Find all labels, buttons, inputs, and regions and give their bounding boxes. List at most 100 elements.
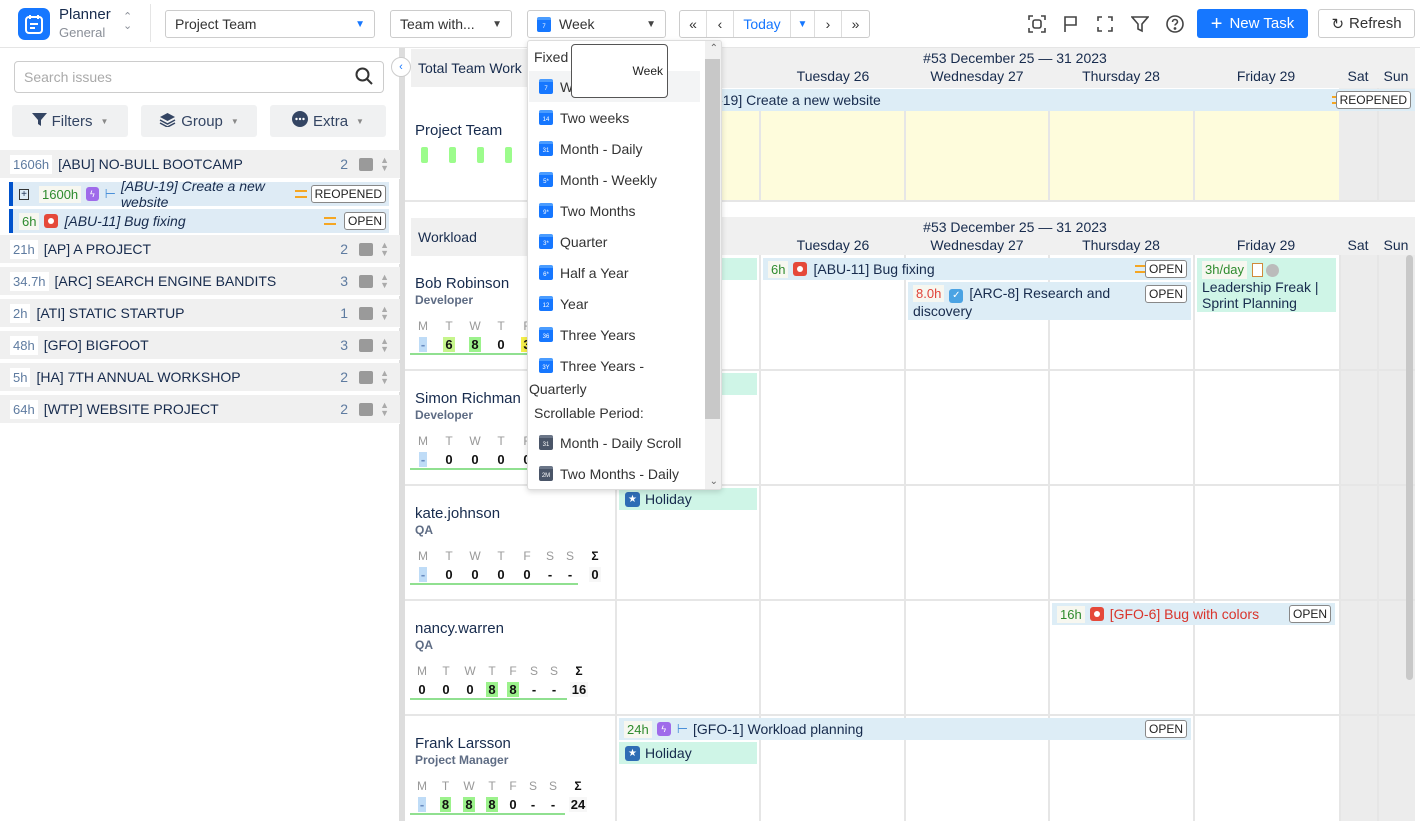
load-bar <box>477 147 484 163</box>
issue-row[interactable]: 6h [ABU-11] Bug fixing OPEN <box>9 209 389 233</box>
person-bob-robinson[interactable]: Bob Robinson Developer <box>415 275 509 307</box>
view-select[interactable]: Team with... ▼ <box>390 10 512 38</box>
flag-icon[interactable] <box>1060 13 1082 35</box>
expand-icon[interactable]: + <box>19 188 29 200</box>
calendar-icon: 2M <box>539 466 553 481</box>
calendar-check-icon[interactable] <box>359 242 373 256</box>
calendar-check-icon[interactable] <box>359 402 373 416</box>
task-bar-arc8[interactable]: 8.0h ✓ [ARC-8] Research and discovery OPEN <box>908 282 1191 320</box>
calendar-check-icon[interactable] <box>359 274 373 288</box>
person-frank-larsson[interactable]: Frank Larsson Project Manager <box>415 735 511 767</box>
calendar-icon: 5* <box>539 172 553 187</box>
fullscreen-icon[interactable] <box>1094 13 1116 35</box>
load-value: - <box>418 566 428 582</box>
group-button[interactable]: Group ▼ <box>141 105 257 137</box>
extra-button[interactable]: Extra ▼ <box>270 105 386 137</box>
planner-logo-icon[interactable] <box>18 8 50 40</box>
load-value: 0 <box>471 566 479 582</box>
filter-icon[interactable] <box>1129 13 1151 35</box>
project-row[interactable]: 2h [ATI] STATIC STARTUP 1 ▲ ▼ <box>0 299 400 328</box>
period-option-half-year[interactable]: 6* Half a Year <box>529 257 700 288</box>
day-header: Thursday 28 <box>1082 68 1160 84</box>
sort-icon[interactable]: ▲ ▼ <box>380 369 389 386</box>
collapse-panel-button[interactable]: ‹ <box>391 57 411 77</box>
project-row[interactable]: 1606h [ABU] NO-BULL BOOTCAMP 2 ▲ ▼ <box>0 150 400 179</box>
task-bar-holiday[interactable]: ★ Holiday <box>619 488 757 510</box>
project-row[interactable]: 48h [GFO] BIGFOOT 3 ▲ ▼ <box>0 331 400 360</box>
prev-fast-button[interactable]: « <box>680 11 707 37</box>
calendar-check-icon[interactable] <box>359 338 373 352</box>
day-divider <box>759 111 761 200</box>
calendar-check-icon[interactable] <box>359 157 373 171</box>
issue-hours: 1600h <box>39 185 82 203</box>
person-simon-richman[interactable]: Simon Richman Developer <box>415 390 521 422</box>
calendar-icon: 12 <box>539 296 553 311</box>
person-kate-johnson[interactable]: kate.johnson QA <box>415 505 500 537</box>
next-button[interactable]: › <box>815 11 842 37</box>
project-row[interactable]: 5h [HA] 7TH ANNUAL WORKSHOP 2 ▲ ▼ <box>0 363 400 392</box>
scroll-down-icon[interactable]: ⌄ <box>710 476 718 487</box>
prev-button[interactable]: ‹ <box>707 11 734 37</box>
bug-icon <box>793 262 808 276</box>
hierarchy-icon: ⊢ <box>676 721 689 736</box>
team-select[interactable]: Project Team ▼ <box>165 10 375 38</box>
task-bar-leadership[interactable]: 3h/day Leadership Freak | Sprint Plannin… <box>1197 258 1336 312</box>
weekday-letter: W <box>469 319 481 333</box>
period-option-quarter[interactable]: 3* Quarter <box>529 226 700 257</box>
next-fast-button[interactable]: » <box>842 11 869 37</box>
today-button[interactable]: Today <box>734 11 791 37</box>
project-row[interactable]: 21h [AP] A PROJECT 2 ▲ ▼ <box>0 235 400 264</box>
help-icon[interactable] <box>1164 13 1186 35</box>
calendar-check-icon[interactable] <box>359 306 373 320</box>
person-nancy-warren[interactable]: nancy.warren QA <box>415 620 504 652</box>
option-label-wrap[interactable]: Quarterly <box>529 381 587 397</box>
day-header: Tuesday 26 <box>796 68 870 84</box>
project-name: [WTP] WEBSITE PROJECT <box>43 401 219 417</box>
task-bar-gfo6[interactable]: 16h [GFO-6] Bug with colors OPEN <box>1052 603 1335 625</box>
filters-button[interactable]: Filters ▼ <box>12 105 128 137</box>
period-select[interactable]: 7 Week ▼ <box>527 10 666 38</box>
sort-icon[interactable]: ▲ ▼ <box>380 156 389 173</box>
calendar-check-icon[interactable] <box>359 370 373 384</box>
task-bar-abu19[interactable]: U-19] Create a new website REOPENED <box>615 89 1415 111</box>
period-option-month-weekly[interactable]: 5* Month - Weekly <box>529 164 700 195</box>
sort-icon[interactable]: ▲ ▼ <box>380 401 389 418</box>
dropdown-scroll-thumb[interactable] <box>705 59 720 419</box>
scroll-up-icon[interactable]: ⌃ <box>710 43 718 54</box>
vertical-scrollbar[interactable] <box>1406 255 1413 680</box>
calendar-icon: 3Y <box>539 358 553 373</box>
project-hours: 34.7h <box>10 271 49 291</box>
day-header: Sat <box>1347 237 1369 253</box>
new-task-button[interactable]: + New Task <box>1197 9 1308 38</box>
refresh-button[interactable]: ↻ Refresh <box>1318 9 1415 38</box>
project-count: 2 <box>340 241 348 257</box>
task-bar-abu11[interactable]: 6h [ABU-11] Bug fixing OPEN <box>763 258 1191 280</box>
sort-icon[interactable]: ▲ ▼ <box>380 305 389 322</box>
period-option-three-years[interactable]: 36 Three Years <box>529 319 700 350</box>
search-icon[interactable] <box>355 67 373 88</box>
task-bar-gfo1[interactable]: 24h ϟ ⊢ [GFO-1] Workload planning OPEN <box>619 718 1191 740</box>
load-bar <box>449 147 456 163</box>
sort-icon[interactable]: ▲ ▼ <box>380 273 389 290</box>
period-option-two-weeks[interactable]: 14 Two weeks <box>529 102 700 133</box>
project-row[interactable]: 64h [WTP] WEBSITE PROJECT 2 ▲ ▼ <box>0 395 400 424</box>
today-dropdown-icon[interactable]: ▼ <box>791 11 815 37</box>
task-hours: 3h/day <box>1202 261 1248 279</box>
search-input[interactable]: Search issues <box>14 61 384 93</box>
sort-icon[interactable]: ▲ ▼ <box>380 337 389 354</box>
star-icon: ★ <box>625 745 640 761</box>
project-row[interactable]: 34.7h [ARC] SEARCH ENGINE BANDITS 3 ▲ ▼ <box>0 267 400 296</box>
task-bar-holiday[interactable]: ★ Holiday <box>619 742 757 764</box>
day-header: Tuesday 26 <box>796 237 870 253</box>
app-switch-icon[interactable]: ⌃ ⌄ <box>123 12 132 32</box>
period-option-three-years-quarterly[interactable]: 3Y Three Years - <box>529 350 700 381</box>
period-option-month-daily[interactable]: 31 Month - Daily <box>529 133 700 164</box>
period-option-two-months[interactable]: 9* Two Months <box>529 195 700 226</box>
weekday-letter: M <box>417 779 427 793</box>
issue-row[interactable]: + 1600h ϟ ⊢ [ABU-19] Create a new websit… <box>9 178 389 210</box>
period-option-two-months-daily[interactable]: 2M Two Months - Daily <box>529 458 700 489</box>
focus-icon[interactable] <box>1026 13 1048 35</box>
sort-icon[interactable]: ▲ ▼ <box>380 241 389 258</box>
period-option-year[interactable]: 12 Year <box>529 288 700 319</box>
period-option-month-daily-scroll[interactable]: 31 Month - Daily Scroll <box>529 427 700 458</box>
